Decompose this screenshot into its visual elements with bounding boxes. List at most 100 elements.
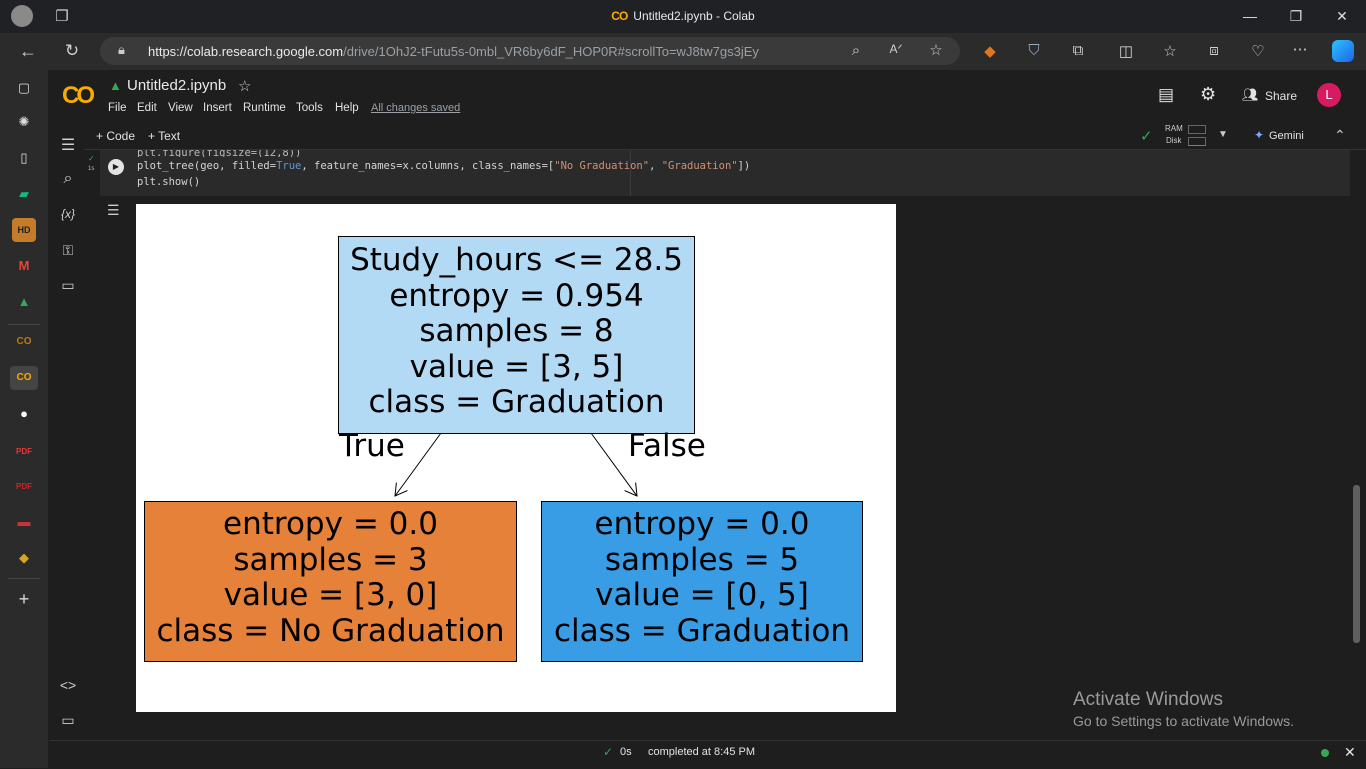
disk-meter[interactable] (1188, 137, 1206, 146)
code-editor[interactable]: plt.figure(figsize=(12,8)) plot_tree(geo,… (137, 150, 750, 190)
menu-insert[interactable]: Insert (203, 102, 232, 114)
share-button[interactable]: Share (1265, 89, 1297, 103)
code-cell[interactable]: ✓ 1s ▶ plt.figure(figsize=(12,8)) plot_tr… (88, 150, 1350, 196)
colab-tab-icon[interactable]: CO (12, 330, 36, 354)
saved-status[interactable]: All changes saved (371, 102, 460, 114)
add-code-button[interactable]: + Code (96, 129, 135, 143)
add-text-button[interactable]: + Text (148, 129, 180, 143)
edge-sidebar: ▢ ✺ ▯ ▰ HD M ▲ CO CO ● PDF PDF ▬ ◆ + (0, 70, 48, 768)
status-completed[interactable]: completed at 8:45 PM (648, 746, 755, 758)
code-line-1: plot_tree(geo, filled=True, feature_name… (137, 160, 751, 172)
menu-help[interactable]: Help (335, 102, 359, 114)
search-icon[interactable]: ⌕ (58, 170, 78, 188)
menu-tools[interactable]: Tools (296, 102, 323, 114)
left-line-1: samples = 3 (233, 541, 428, 578)
performance-icon[interactable]: ♡ (1246, 42, 1270, 60)
files-folder-icon[interactable]: ▭ (58, 277, 78, 294)
code-line-0: plt.figure(figsize=(12,8)) (137, 150, 302, 157)
close-window-button[interactable]: ✕ (1322, 4, 1362, 28)
menu-file[interactable]: File (108, 102, 127, 114)
gmail-icon[interactable]: M (12, 254, 36, 278)
root-line-4: class = Graduation (368, 384, 665, 420)
connection-status-dot[interactable] (1321, 749, 1329, 757)
url-field[interactable]: 🔒︎ https://colab.research.google.com/dri… (100, 37, 960, 65)
code-snippets-icon[interactable]: <> (58, 677, 78, 693)
github-icon[interactable]: ● (12, 402, 36, 426)
pdf-icon-2[interactable]: PDF (12, 475, 36, 499)
page-scrollbar[interactable] (1353, 485, 1360, 643)
colab-active-tab-icon[interactable]: CO (10, 366, 38, 390)
chatgpt-icon[interactable]: ✺ (12, 110, 36, 134)
colab-logo[interactable]: CO (62, 82, 95, 110)
status-check-icon: ✓ (603, 745, 614, 759)
docs-icon[interactable]: ▯ (12, 146, 36, 170)
tree-node-root: Study_hours <= 28.5 entropy = 0.954 samp… (338, 236, 695, 434)
right-line-3: class = Graduation (553, 612, 851, 649)
table-of-contents-icon[interactable]: ☰ (58, 135, 78, 155)
notebook-toolbar: + Code + Text ✓ RAM Disk ▼ ✦ Gemini ⌃ (84, 124, 1366, 150)
variables-icon[interactable]: {x} (58, 207, 78, 221)
split-screen-icon[interactable]: ◫ (1114, 42, 1138, 60)
drive-icon[interactable]: ▲ (12, 290, 36, 314)
menu-runtime[interactable]: Runtime (243, 102, 286, 114)
cell-exec-time: 1s (88, 166, 95, 172)
menu-edit[interactable]: Edit (137, 102, 157, 114)
zoom-icon[interactable]: ⌕ (844, 42, 868, 59)
copilot-icon[interactable] (1332, 40, 1354, 62)
settings-gear-icon[interactable]: ⚙ (1200, 84, 1216, 105)
favorites-icon[interactable]: ☆ (1158, 42, 1182, 60)
extensions-icon[interactable]: ⧉ (1066, 42, 1090, 59)
gemini-button[interactable]: Gemini (1269, 130, 1304, 142)
terminal-icon[interactable]: ▭ (58, 712, 78, 729)
back-icon[interactable]: ← (16, 41, 40, 62)
tab-actions-icon[interactable]: ▢ (12, 76, 36, 100)
add-site-icon[interactable]: + (12, 587, 36, 611)
comment-icon[interactable]: ▤ (1158, 85, 1174, 105)
tree-node-left: entropy = 0.0 samples = 3 value = [3, 0]… (144, 501, 517, 662)
gamepad-icon[interactable]: ▬ (12, 510, 36, 534)
url-path: /drive/1OhJ2-tFutu5s-0mbl_VR6by6dF_HOP0R… (343, 44, 759, 59)
code-line-2: plt.show() (137, 176, 201, 188)
right-line-1: samples = 5 (604, 541, 800, 578)
secrets-key-icon[interactable]: ⚿ (58, 242, 78, 259)
account-avatar[interactable]: L (1317, 83, 1341, 107)
root-line-1: entropy = 0.954 (389, 277, 644, 314)
more-menu-icon[interactable]: ⋯ (1288, 40, 1312, 58)
ram-meter[interactable] (1188, 125, 1206, 134)
favorite-star-icon[interactable]: ☆ (924, 41, 948, 59)
share-people-icon[interactable]: 👥︎ (1242, 87, 1259, 103)
metamask-extension-icon[interactable]: ◆ (978, 42, 1002, 60)
left-line-0: entropy = 0.0 (223, 506, 438, 542)
edge-divider (8, 324, 40, 325)
edge-divider-2 (8, 578, 40, 579)
collapse-header-icon[interactable]: ⌃ (1334, 127, 1346, 144)
star-icon[interactable]: ☆ (238, 77, 251, 95)
edge-label-false: False (628, 428, 706, 464)
restore-button[interactable]: ❐ (1276, 4, 1316, 28)
editor-ruler (630, 150, 631, 196)
runtime-dropdown-icon[interactable]: ▼ (1218, 129, 1228, 140)
minimize-button[interactable]: — (1230, 4, 1270, 28)
close-status-icon[interactable]: ✕ (1344, 744, 1356, 761)
url-host: https://colab.research.google.com (148, 44, 344, 59)
status-bar: ✓ 0s completed at 8:45 PM ✕ (50, 740, 1366, 769)
read-aloud-icon[interactable]: Aᐟ (884, 42, 908, 56)
root-line-2: samples = 8 (419, 313, 614, 349)
drive-file-icon: ▲ (109, 78, 122, 93)
output-actions-icon[interactable]: ☰ (107, 202, 120, 219)
lock-icon: 🔒︎ (118, 42, 125, 57)
reload-icon[interactable]: ↻ (60, 41, 84, 61)
python-icon[interactable]: ◆ (12, 546, 36, 570)
tag-icon[interactable]: ▰ (12, 182, 36, 206)
notebook-title[interactable]: Untitled2.ipynb (127, 77, 226, 94)
hd-icon[interactable]: HD (12, 218, 36, 242)
shield-extension-icon[interactable]: ⛉ (1022, 42, 1046, 59)
run-cell-button[interactable]: ▶ (108, 159, 124, 175)
pdf-icon[interactable]: PDF (12, 440, 36, 464)
browser-title-bar: ❐ CO Untitled2.ipynb - Colab — ❐ ✕ (0, 0, 1366, 33)
collections-icon[interactable]: ⧈ (1202, 42, 1226, 59)
output-figure: Study_hours <= 28.5 entropy = 0.954 samp… (136, 204, 896, 712)
tree-node-right: entropy = 0.0 samples = 5 value = [0, 5]… (541, 501, 863, 662)
tab-title: CO Untitled2.ipynb - Colab (611, 9, 755, 23)
menu-view[interactable]: View (168, 102, 193, 114)
